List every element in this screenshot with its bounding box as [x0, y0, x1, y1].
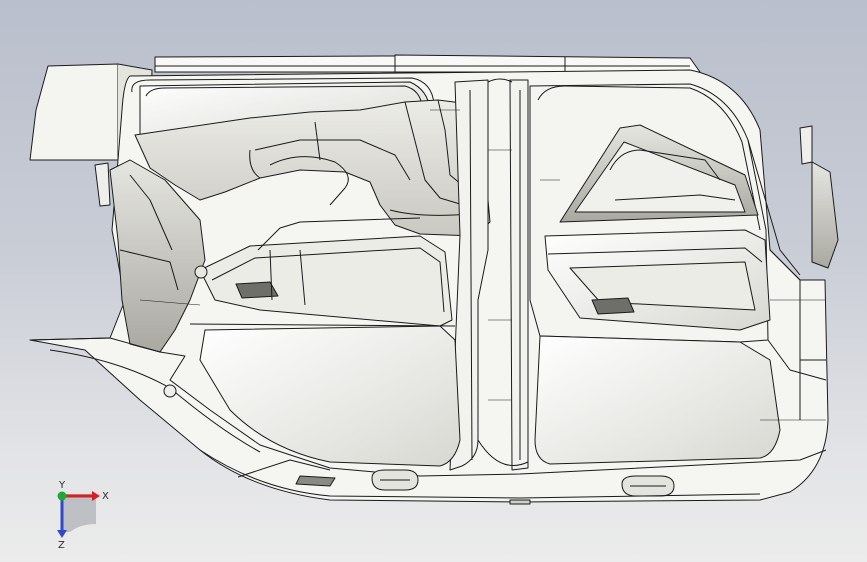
- y-axis-icon: [57, 491, 67, 501]
- right-pocket-slot: [591, 297, 635, 315]
- lower-right-opening: [534, 335, 781, 465]
- door-panel-model[interactable]: [0, 0, 867, 562]
- graphics-viewport[interactable]: X Y Z: [0, 0, 867, 562]
- x-axis-label: X: [102, 491, 109, 502]
- right-clip: [799, 125, 813, 165]
- mirror-housing: [29, 63, 119, 161]
- triad-shadow: [62, 494, 96, 532]
- z-axis-label: Z: [58, 540, 65, 550]
- lower-slot: [295, 475, 336, 487]
- y-axis-label: Y: [58, 480, 66, 491]
- coordinate-triad: X Y Z: [57, 480, 109, 550]
- top-trim-strip: [154, 55, 396, 73]
